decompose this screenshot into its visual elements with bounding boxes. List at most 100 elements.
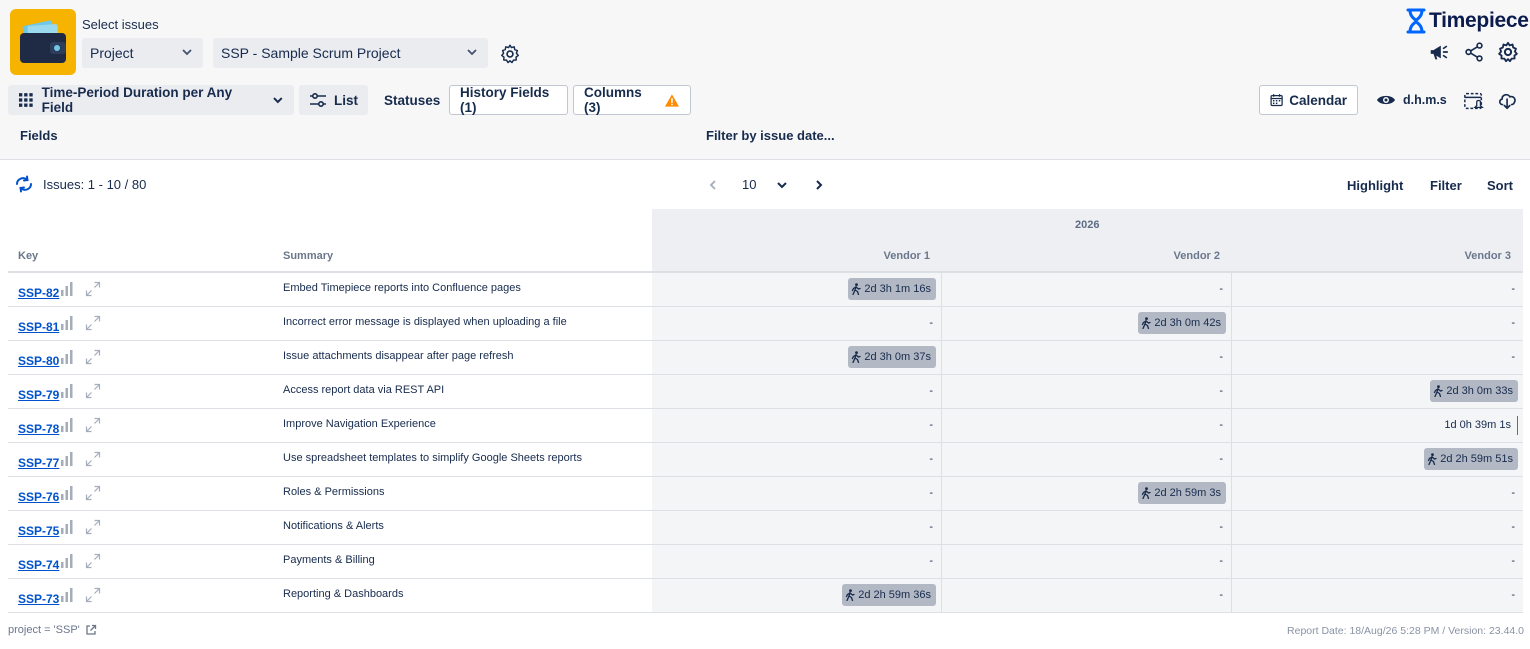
vendor-3-column-header[interactable]: Vendor 3 — [1465, 250, 1511, 262]
issue-key-link[interactable]: SSP-82 — [18, 286, 59, 300]
list-button[interactable]: List — [299, 85, 368, 115]
duration-cell[interactable]: - — [1232, 511, 1523, 544]
share-icon[interactable] — [1463, 41, 1485, 63]
expand-icon[interactable] — [85, 383, 101, 399]
filter-by-date-label[interactable]: Filter by issue date... — [706, 128, 835, 143]
duration-chip[interactable]: 2d 2h 59m 36s — [842, 584, 936, 606]
duration-cell[interactable]: 2d 3h 0m 33s — [1232, 375, 1523, 408]
duration-cell[interactable]: 2d 3h 1m 16s — [652, 273, 942, 306]
duration-chip[interactable]: 2d 2h 59m 51s — [1424, 448, 1518, 470]
project-dropdown[interactable]: SSP - Sample Scrum Project — [213, 38, 488, 68]
duration-cell[interactable]: - — [942, 273, 1232, 306]
calendar-alert-icon[interactable] — [1463, 90, 1485, 112]
settings-gear-icon[interactable] — [1497, 41, 1519, 63]
key-column-header[interactable]: Key — [18, 250, 38, 262]
duration-chip[interactable]: 2d 2h 59m 3s — [1138, 482, 1226, 504]
expand-icon[interactable] — [85, 281, 101, 297]
table-row: SSP-77 Use spreadsheet templates to simpl… — [8, 443, 1523, 477]
statuses-button[interactable]: Statuses — [374, 85, 450, 115]
duration-cell[interactable]: - — [652, 443, 942, 476]
duration-cell[interactable]: - — [942, 409, 1232, 442]
duration-cell[interactable]: - — [1232, 545, 1523, 578]
prev-page-icon[interactable] — [708, 179, 718, 191]
duration-cell[interactable]: - — [1232, 477, 1523, 510]
duration-cell[interactable]: - — [652, 545, 942, 578]
bar-chart-icon[interactable] — [60, 282, 74, 296]
duration-cell[interactable]: 2d 3h 0m 37s — [652, 341, 942, 374]
time-format-button[interactable]: d.h.m.s — [1366, 85, 1457, 115]
duration-cell[interactable]: 2d 2h 59m 36s — [652, 579, 942, 612]
vendor-2-column-header[interactable]: Vendor 2 — [1174, 250, 1220, 262]
bar-chart-icon[interactable] — [60, 350, 74, 364]
next-page-icon[interactable] — [814, 179, 824, 191]
bar-chart-icon[interactable] — [60, 452, 74, 466]
duration-cell[interactable]: - — [942, 375, 1232, 408]
expand-icon[interactable] — [85, 349, 101, 365]
summary-column-header[interactable]: Summary — [283, 250, 333, 262]
report-type-dropdown[interactable]: Time-Period Duration per Any Field — [8, 85, 294, 115]
duration-cell[interactable]: - — [942, 579, 1232, 612]
duration-cell[interactable]: 2d 2h 59m 51s — [1232, 443, 1523, 476]
issue-key-link[interactable]: SSP-81 — [18, 320, 59, 334]
page-size-chevron-icon[interactable] — [776, 179, 788, 191]
duration-cell[interactable]: - — [942, 443, 1232, 476]
sort-button[interactable]: Sort — [1487, 178, 1513, 193]
duration-value: 2d 2h 59m 36s — [858, 589, 931, 601]
duration-chip[interactable]: 2d 3h 0m 42s — [1138, 312, 1226, 334]
duration-cell[interactable]: - — [942, 545, 1232, 578]
duration-cell[interactable]: - — [652, 409, 942, 442]
issue-key-link[interactable]: SSP-75 — [18, 524, 59, 538]
expand-icon[interactable] — [85, 417, 101, 433]
issue-key-link[interactable]: SSP-73 — [18, 592, 59, 606]
expand-icon[interactable] — [85, 587, 101, 603]
page-size-value[interactable]: 10 — [742, 177, 756, 192]
duration-chip[interactable]: 2d 3h 0m 33s — [1430, 380, 1518, 402]
vendor-1-column-header[interactable]: Vendor 1 — [884, 250, 930, 262]
duration-cell[interactable]: - — [942, 511, 1232, 544]
issue-key-link[interactable]: SSP-79 — [18, 388, 59, 402]
issue-key-link[interactable]: SSP-76 — [18, 490, 59, 504]
history-fields-button[interactable]: History Fields (1) — [449, 85, 568, 115]
duration-chip[interactable]: 2d 3h 1m 16s — [848, 278, 936, 300]
bar-chart-icon[interactable] — [60, 384, 74, 398]
duration-cell[interactable]: 2d 2h 59m 3s — [942, 477, 1232, 510]
issue-key-link[interactable]: SSP-80 — [18, 354, 59, 368]
duration-cell[interactable]: - — [652, 375, 942, 408]
duration-cell[interactable]: - — [1232, 273, 1523, 306]
duration-cell[interactable]: - — [652, 477, 942, 510]
duration-cell[interactable]: - — [1232, 341, 1523, 374]
duration-cell[interactable]: - — [1232, 579, 1523, 612]
bar-chart-icon[interactable] — [60, 486, 74, 500]
columns-button[interactable]: Columns (3) — [573, 85, 691, 115]
expand-icon[interactable] — [85, 451, 101, 467]
duration-cell[interactable]: - — [1232, 307, 1523, 340]
filter-button[interactable]: Filter — [1430, 178, 1462, 193]
duration-chip[interactable]: 2d 3h 0m 37s — [848, 346, 936, 368]
bar-chart-icon[interactable] — [60, 316, 74, 330]
issue-key-link[interactable]: SSP-74 — [18, 558, 59, 572]
duration-cell[interactable]: 1d 0h 39m 1s — [1232, 409, 1523, 442]
bar-chart-icon[interactable] — [60, 520, 74, 534]
jql-link[interactable]: project = 'SSP' — [8, 624, 97, 636]
expand-icon[interactable] — [85, 519, 101, 535]
bar-chart-icon[interactable] — [60, 418, 74, 432]
calendar-button[interactable]: Calendar — [1259, 85, 1358, 115]
scope-dropdown[interactable]: Project — [82, 38, 203, 68]
highlight-button[interactable]: Highlight — [1347, 178, 1403, 193]
bar-chart-icon[interactable] — [60, 554, 74, 568]
duration-cell[interactable]: - — [652, 307, 942, 340]
issue-key-link[interactable]: SSP-78 — [18, 422, 59, 436]
announcement-megaphone-icon[interactable] — [1428, 41, 1450, 63]
issue-key-link[interactable]: SSP-77 — [18, 456, 59, 470]
cloud-download-icon[interactable] — [1497, 89, 1519, 111]
query-settings-icon[interactable] — [499, 43, 521, 65]
duration-cell[interactable]: 2d 3h 0m 42s — [942, 307, 1232, 340]
bar-chart-icon[interactable] — [60, 588, 74, 602]
fields-label[interactable]: Fields — [20, 128, 58, 143]
expand-icon[interactable] — [85, 315, 101, 331]
expand-icon[interactable] — [85, 485, 101, 501]
refresh-icon[interactable] — [14, 175, 34, 193]
duration-cell[interactable]: - — [652, 511, 942, 544]
duration-cell[interactable]: - — [942, 341, 1232, 374]
expand-icon[interactable] — [85, 553, 101, 569]
